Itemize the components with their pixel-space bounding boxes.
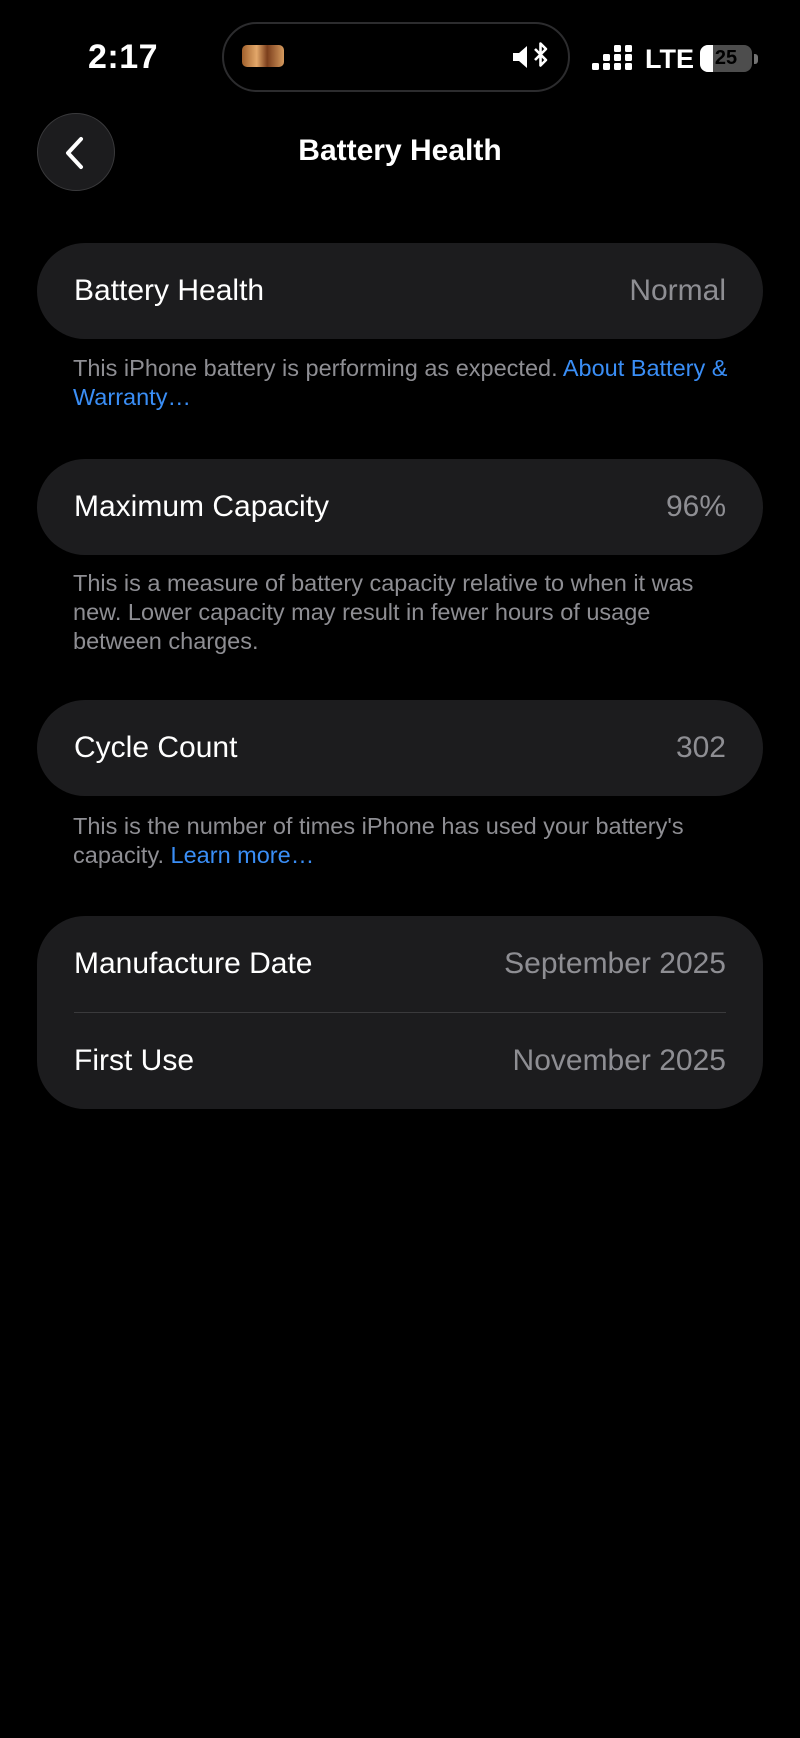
battery-health-card: Battery Health Normal [37,243,763,339]
manufacture-date-row: Manufacture Date September 2025 [37,916,763,1012]
now-playing-artwork-icon [242,45,284,67]
cycle-count-footnote-text: This is the number of times iPhone has u… [73,813,684,868]
cycle-count-footnote: This is the number of times iPhone has u… [73,812,733,870]
battery-icon: 25 [700,45,758,73]
network-type-label: LTE [645,44,694,74]
maximum-capacity-label: Maximum Capacity [74,490,330,523]
battery-health-row: Battery Health Normal [37,243,763,339]
page-title: Battery Health [298,134,502,167]
signal-strength-icon [592,45,632,70]
learn-more-link[interactable]: Learn more… [171,842,315,868]
cycle-count-card: Cycle Count 302 [37,700,763,796]
first-use-row: First Use November 2025 [37,1013,763,1109]
maximum-capacity-value: 96% [665,490,726,523]
maximum-capacity-card: Maximum Capacity 96% [37,459,763,555]
battery-dates-card: Manufacture Date September 2025 First Us… [37,916,763,1109]
cycle-count-label: Cycle Count [74,731,238,764]
cycle-count-row: Cycle Count 302 [37,700,763,796]
maximum-capacity-row: Maximum Capacity 96% [37,459,763,555]
battery-health-label: Battery Health [74,274,265,307]
first-use-label: First Use [74,1044,194,1077]
maximum-capacity-footnote: This is a measure of battery capacity re… [73,570,694,654]
cycle-count-value: 302 [675,731,726,764]
manufacture-date-value: September 2025 [504,947,726,980]
battery-health-value: Normal [629,274,726,307]
battery-level-text: 25 [714,47,738,69]
first-use-value: November 2025 [512,1044,726,1077]
dynamic-island[interactable] [222,22,570,92]
manufacture-date-label: Manufacture Date [74,947,313,980]
battery-health-footnote-text: This iPhone battery is performing as exp… [73,355,558,381]
status-time: 2:17 [88,38,159,76]
battery-health-footnote: This iPhone battery is performing as exp… [73,354,733,412]
silent-mode-icon [513,42,548,68]
